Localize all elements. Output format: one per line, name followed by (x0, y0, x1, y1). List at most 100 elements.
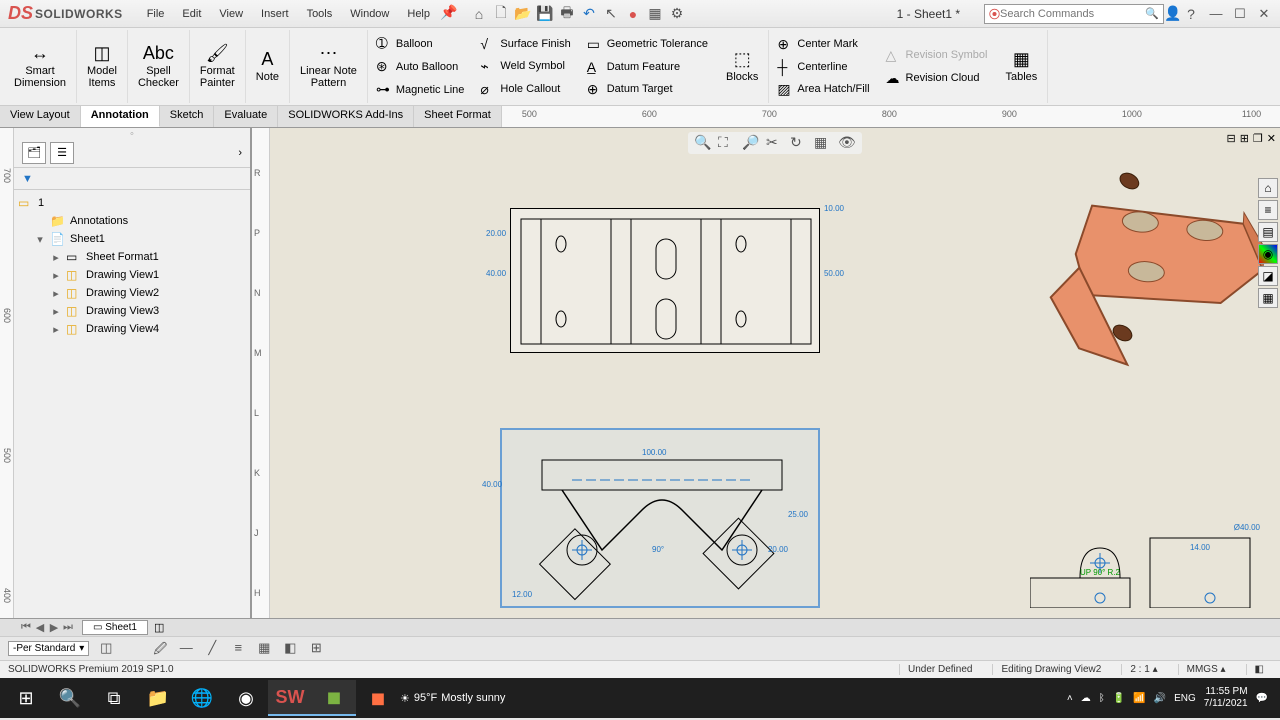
search-input[interactable] (1000, 8, 1145, 20)
layer-props-icon[interactable]: ◫ (97, 640, 115, 658)
chrome-icon[interactable]: ◉ (224, 680, 268, 716)
expand-icon[interactable]: ▸ (50, 323, 62, 336)
weld-symbol-button[interactable]: ⌁Weld Symbol (476, 56, 574, 77)
bluetooth-icon[interactable]: ᛒ (1099, 693, 1105, 704)
app-task-icon[interactable]: ◼ (312, 680, 356, 716)
centerline-button[interactable]: ┼Centerline (773, 57, 873, 77)
tree-view1[interactable]: ▸ ◫ Drawing View1 (18, 266, 246, 284)
next-sheet-icon[interactable]: ▶ (48, 621, 60, 634)
rotate-icon[interactable]: ↻ (790, 134, 808, 152)
explorer-icon[interactable]: 📁 (136, 680, 180, 716)
settings-icon[interactable]: ⚙ (668, 5, 686, 23)
rebuild-icon[interactable]: ● (624, 5, 642, 23)
tab-sketch[interactable]: Sketch (160, 106, 215, 127)
tree-view4[interactable]: ▸ ◫ Drawing View4 (18, 320, 246, 338)
tables-button[interactable]: ▦ Tables (1001, 48, 1041, 86)
zoom-fit-icon[interactable]: 🔍 (694, 134, 712, 152)
search-task-icon[interactable]: 🔍 (48, 680, 92, 716)
panel-handle[interactable]: ◦ (14, 128, 250, 138)
prev-sheet-icon[interactable]: ◀ (34, 621, 46, 634)
dim-palette-icon[interactable]: ▤ (1258, 222, 1278, 242)
zoom-prev-icon[interactable]: 🔎 (742, 134, 760, 152)
model-items-button[interactable]: ◫ Model Items (83, 42, 121, 92)
search-box[interactable]: ⦿ 🔍 (984, 4, 1164, 24)
geometric-tolerance-button[interactable]: ▭Geometric Tolerance (583, 34, 712, 55)
format-painter-button[interactable]: 🖌 Format Painter (196, 42, 239, 92)
linear-note-pattern-button[interactable]: ⋯ Linear Note Pattern (296, 42, 361, 92)
tray-up-icon[interactable]: ˄ (1067, 693, 1073, 704)
decals-icon[interactable]: ◪ (1258, 266, 1278, 286)
onedrive-icon[interactable]: ☁ (1081, 693, 1091, 704)
search-icon[interactable]: 🔍 (1145, 7, 1159, 20)
align-icon[interactable]: ⊞ (307, 640, 325, 658)
volume-icon[interactable]: 🔊 (1154, 693, 1166, 704)
auto-balloon-button[interactable]: ⊛Auto Balloon (372, 56, 469, 77)
clock[interactable]: 11:55 PM 7/11/2021 (1204, 686, 1248, 710)
close-button[interactable]: ✕ (1256, 6, 1272, 22)
drawing-view-2[interactable]: 100.00 40.00 25.00 20.00 90° 12.00 (500, 428, 820, 608)
panel-expand-icon[interactable]: › (238, 147, 242, 159)
datum-target-button[interactable]: ⊕Datum Target (583, 79, 712, 100)
expand-icon[interactable]: ▸ (50, 269, 62, 282)
expand-icon[interactable]: ▸ (50, 287, 62, 300)
menu-insert[interactable]: Insert (253, 4, 297, 24)
surface-finish-button[interactable]: √Surface Finish (476, 34, 574, 54)
tab-annotation[interactable]: Annotation (81, 106, 160, 127)
display-icon[interactable]: ▦ (814, 134, 832, 152)
drawing-view-3[interactable]: Ø40.00 14.00 UP 90° R.2 (1030, 528, 1270, 608)
hide-show-icon[interactable]: 👁 (838, 134, 856, 152)
layer-dropdown[interactable]: -Per Standard▾ (8, 641, 89, 656)
spell-checker-button[interactable]: Abc Spell Checker (134, 42, 183, 92)
battery-icon[interactable]: 🔋 (1113, 693, 1125, 704)
area-hatch-button[interactable]: ▨Area Hatch/Fill (773, 79, 873, 100)
canvas-restore-icon[interactable]: ❐ (1253, 132, 1263, 145)
drawing-canvas[interactable]: 🔍 ⛶ 🔎 ✂ ↻ ▦ 👁 ⊟ ⊞ ❐ ✕ (270, 128, 1280, 618)
magnetic-line-button[interactable]: ⊶Magnetic Line (372, 79, 469, 100)
line-style-icon[interactable]: ╱ (203, 640, 221, 658)
appearance-icon[interactable]: ◉ (1258, 244, 1278, 264)
expand-icon[interactable]: ▸ (50, 305, 62, 318)
tab-addins[interactable]: SOLIDWORKS Add-Ins (278, 106, 414, 127)
last-sheet-icon[interactable]: ⏭ (62, 621, 74, 634)
menu-file[interactable]: File (139, 4, 173, 24)
datum-feature-button[interactable]: A̲Datum Feature (583, 57, 712, 77)
new-icon[interactable]: 🗋 (492, 5, 510, 23)
line-color-icon[interactable]: 🖉 (151, 640, 169, 658)
status-extra-icon[interactable]: ◧ (1246, 664, 1272, 675)
home-view-icon[interactable]: ⌂ (1258, 178, 1278, 198)
menu-view[interactable]: View (211, 4, 251, 24)
open-icon[interactable]: 📂 (514, 5, 532, 23)
balloon-button[interactable]: ➀Balloon (372, 33, 469, 54)
tree-sheet-format[interactable]: ▸ ▭ Sheet Format1 (18, 248, 246, 266)
taskview-icon[interactable]: ⧉ (92, 680, 136, 716)
feature-tree-tab-icon[interactable]: 🗂 (22, 142, 46, 164)
hole-callout-button[interactable]: ⌀Hole Callout (476, 79, 574, 100)
user-icon[interactable]: 👤 (1164, 5, 1182, 23)
filter-icon[interactable]: ▼ (22, 173, 33, 185)
app2-task-icon[interactable]: ◼ (356, 680, 400, 716)
property-tab-icon[interactable]: ☰ (50, 142, 74, 164)
select-icon[interactable]: ↖ (602, 5, 620, 23)
options-icon[interactable]: ▦ (646, 5, 664, 23)
undo-icon[interactable]: ↶ (580, 5, 598, 23)
lang-indicator[interactable]: ENG (1174, 693, 1196, 704)
menu-help[interactable]: Help (399, 4, 438, 24)
minimize-button[interactable]: — (1208, 6, 1224, 22)
weather-widget[interactable]: ☀ 95°F Mostly sunny (400, 692, 505, 705)
first-sheet-icon[interactable]: ⏮ (20, 621, 32, 634)
section-icon[interactable]: ✂ (766, 134, 784, 152)
menu-tools[interactable]: Tools (299, 4, 341, 24)
help-icon[interactable]: ? (1182, 5, 1200, 23)
maximize-button[interactable]: ☐ (1232, 6, 1248, 22)
collapse-icon[interactable]: ▾ (34, 233, 46, 246)
units-status[interactable]: MMGS ▴ (1178, 664, 1234, 675)
tree-view2[interactable]: ▸ ◫ Drawing View2 (18, 284, 246, 302)
custom-props-icon[interactable]: ▦ (1258, 288, 1278, 308)
tree-sheet1[interactable]: ▾ 📄 Sheet1 (18, 230, 246, 248)
line-weight-icon[interactable]: ≡ (229, 640, 247, 658)
3d-model-view[interactable] (1030, 148, 1280, 388)
edge-icon[interactable]: 🌐 (180, 680, 224, 716)
tree-root[interactable]: ▭ 1 (18, 194, 246, 212)
smart-dimension-button[interactable]: ↔ Smart Dimension (10, 42, 70, 92)
center-mark-button[interactable]: ⊕Center Mark (773, 34, 873, 55)
